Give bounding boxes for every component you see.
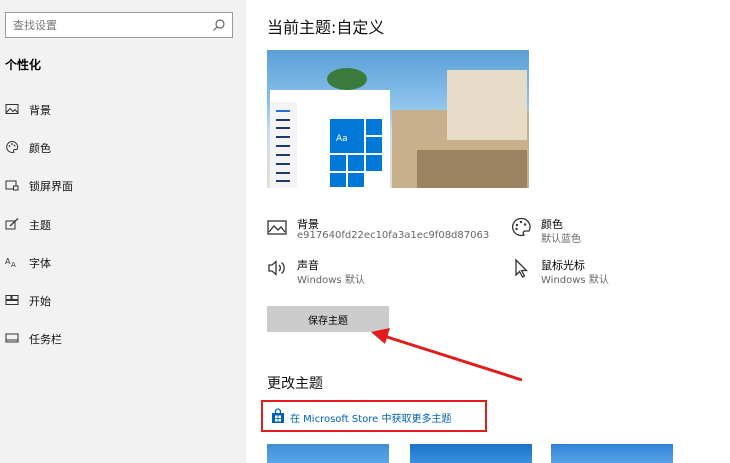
section-title: 个性化 xyxy=(5,58,42,72)
palette-icon xyxy=(511,217,531,237)
preview-line xyxy=(276,145,290,147)
theme-property-cursor[interactable]: 鼠标光标 Windows 默认 xyxy=(510,257,660,287)
sidebar-item-themes[interactable]: 主题 xyxy=(0,209,246,239)
search-icon[interactable] xyxy=(212,18,226,32)
svg-text:A: A xyxy=(11,261,16,269)
taskbar-icon xyxy=(5,333,19,343)
palette-icon xyxy=(6,140,19,153)
change-theme-title: 更改主题 xyxy=(267,376,323,392)
search-input[interactable] xyxy=(6,13,209,37)
lock-screen-icon xyxy=(5,180,19,191)
speaker-icon xyxy=(268,260,285,276)
preview-line xyxy=(276,127,290,129)
property-value: 默认蓝色 xyxy=(541,234,581,245)
cursor-icon xyxy=(515,258,529,278)
sidebar-item-taskbar[interactable]: 任务栏 xyxy=(0,323,246,353)
search-box[interactable] xyxy=(5,12,233,38)
sidebar: 个性化 背景 颜色 锁屏界面 主题 A A 字体 xyxy=(0,0,246,463)
store-link-text: 在 Microsoft Store 中获取更多主题 xyxy=(290,414,452,425)
sidebar-item-label: 锁屏界面 xyxy=(29,180,73,193)
preview-building xyxy=(447,70,527,140)
sidebar-item-label: 背景 xyxy=(29,104,51,117)
sidebar-item-lock-screen[interactable]: 锁屏界面 xyxy=(0,170,246,200)
preview-tile xyxy=(365,136,383,154)
property-value: Windows 默认 xyxy=(297,275,365,286)
theme-thumbnail[interactable] xyxy=(551,444,673,463)
sidebar-item-colors[interactable]: 颜色 xyxy=(0,132,246,162)
page-title: 当前主题:自定义 xyxy=(267,18,385,37)
theme-thumbnail[interactable] xyxy=(267,444,389,463)
highlight-box: 在 Microsoft Store 中获取更多主题 xyxy=(261,400,487,432)
image-icon xyxy=(267,220,287,235)
preview-tile xyxy=(347,172,365,188)
start-icon xyxy=(5,295,19,305)
sidebar-item-label: 任务栏 xyxy=(29,333,62,346)
preview-tile xyxy=(329,154,347,172)
preview-line xyxy=(276,163,290,165)
preview-tile xyxy=(365,154,383,172)
preview-tile xyxy=(329,172,347,188)
preview-tile xyxy=(347,154,365,172)
theme-preview: Aa xyxy=(267,50,529,188)
preview-tile-large: Aa xyxy=(329,118,365,154)
save-theme-button[interactable]: 保存主题 xyxy=(267,306,389,332)
property-value: Windows 默认 xyxy=(541,275,609,286)
sidebar-item-label: 主题 xyxy=(29,219,51,232)
sidebar-item-start[interactable]: 开始 xyxy=(0,285,246,315)
sidebar-item-label: 颜色 xyxy=(29,142,51,155)
sidebar-item-background[interactable]: 背景 xyxy=(0,94,246,124)
preview-line xyxy=(276,154,290,156)
preview-line xyxy=(276,110,290,112)
theme-property-color[interactable]: 颜色 默认蓝色 xyxy=(510,216,660,246)
preview-line xyxy=(276,119,290,121)
theme-thumbnail[interactable] xyxy=(410,444,532,463)
sidebar-item-label: 开始 xyxy=(29,295,51,308)
property-value: e917640fd22ec10fa3a1ec9f08d87063 xyxy=(297,230,490,241)
preview-tile xyxy=(365,118,383,136)
theme-property-background[interactable]: 背景 e917640fd22ec10fa3a1ec9f08d87063 xyxy=(266,216,496,246)
preview-line xyxy=(276,136,290,138)
image-icon xyxy=(5,104,19,114)
store-bag-icon xyxy=(272,408,284,423)
preview-tree xyxy=(327,68,367,90)
theme-property-sound[interactable]: 声音 Windows 默认 xyxy=(266,257,416,287)
font-icon: A A xyxy=(5,257,16,269)
preview-line xyxy=(276,172,290,174)
preview-stairs xyxy=(417,150,527,188)
main-content: 当前主题:自定义 Aa 背景 e917640fd22ec10fa3a1ec9f0… xyxy=(246,0,730,463)
preview-line xyxy=(276,180,290,182)
sidebar-item-fonts[interactable]: A A 字体 xyxy=(0,247,246,277)
sidebar-item-label: 字体 xyxy=(29,257,51,270)
preview-tile-text: Aa xyxy=(336,134,348,144)
theme-brush-icon xyxy=(5,218,19,230)
